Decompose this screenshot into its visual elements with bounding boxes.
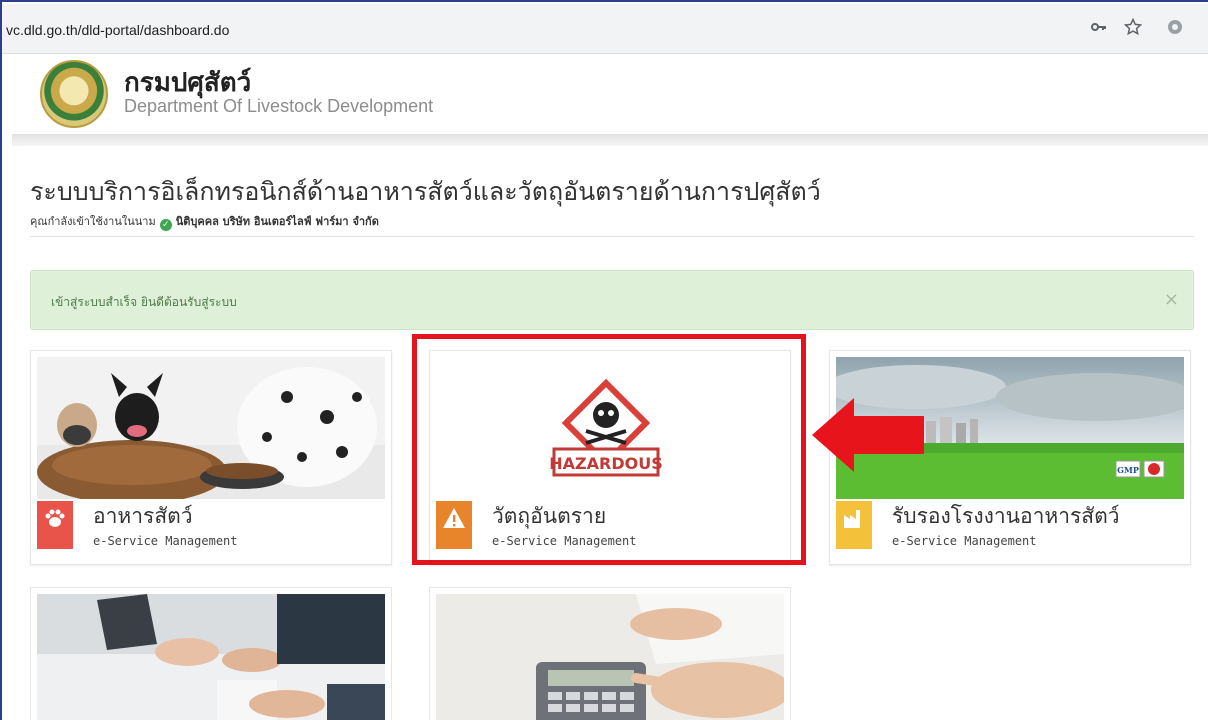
success-alert: เข้าสู่ระบบสำเร็จ ยินดีต้อนรับสู่ระบบ ×	[30, 270, 1194, 330]
card-subtitle: e-Service Management	[892, 534, 1037, 548]
card-meeting[interactable]	[30, 587, 392, 720]
address-bar[interactable]: vc.dld.go.th/dld-portal/dashboard.do	[2, 4, 1208, 54]
divider	[30, 236, 1194, 237]
paw-icon	[37, 501, 73, 549]
site-subtitle: Department Of Livestock Development	[124, 96, 434, 116]
page-title: ระบบบริการอิเล็กทรอนิกส์ด้านอาหารสัตว์แล…	[30, 177, 821, 206]
dld-logo[interactable]	[40, 60, 108, 128]
card-subtitle: e-Service Management	[93, 534, 238, 548]
highlight-box	[412, 334, 806, 565]
user-prefix: คุณกำลังเข้าใช้งานในนาม	[30, 215, 156, 228]
red-arrow-icon	[812, 398, 924, 472]
alert-text: เข้าสู่ระบบสำเร็จ ยินดีต้อนรับสู่ระบบ	[51, 295, 237, 309]
header-divider	[12, 134, 1208, 146]
card-calculator[interactable]	[429, 587, 791, 720]
browser-window: vc.dld.go.th/dld-portal/dashboard.do กรม…	[0, 0, 1208, 720]
gmp-label: GMP	[1117, 465, 1139, 475]
extension-icon[interactable]	[1164, 18, 1186, 40]
factory-icon	[836, 501, 872, 549]
animal-feed-image	[37, 357, 385, 499]
site-header: กรมปศุสัตว์ Department Of Livestock Deve…	[12, 56, 1208, 134]
star-icon[interactable]	[1122, 17, 1144, 40]
meeting-image	[37, 594, 385, 720]
close-icon[interactable]: ×	[1164, 289, 1179, 310]
card-title: อาหารสัตว์	[93, 504, 193, 528]
url-text[interactable]: vc.dld.go.th/dld-portal/dashboard.do	[6, 22, 229, 38]
check-icon: ✓	[159, 219, 172, 231]
card-animal-feed[interactable]: อาหารสัตว์ e-Service Management	[30, 350, 392, 565]
user-org: นิติบุคคล บริษัท อินเตอร์ไลฟ์ ฟาร์มา จำก…	[175, 215, 379, 228]
key-icon[interactable]	[1088, 18, 1110, 40]
card-title: รับรองโรงงานอาหารสัตว์	[892, 504, 1120, 528]
user-status: คุณกำลังเข้าใช้งานในนาม ✓ นิติบุคคล บริษัท…	[30, 212, 379, 231]
calculator-image	[436, 594, 784, 720]
